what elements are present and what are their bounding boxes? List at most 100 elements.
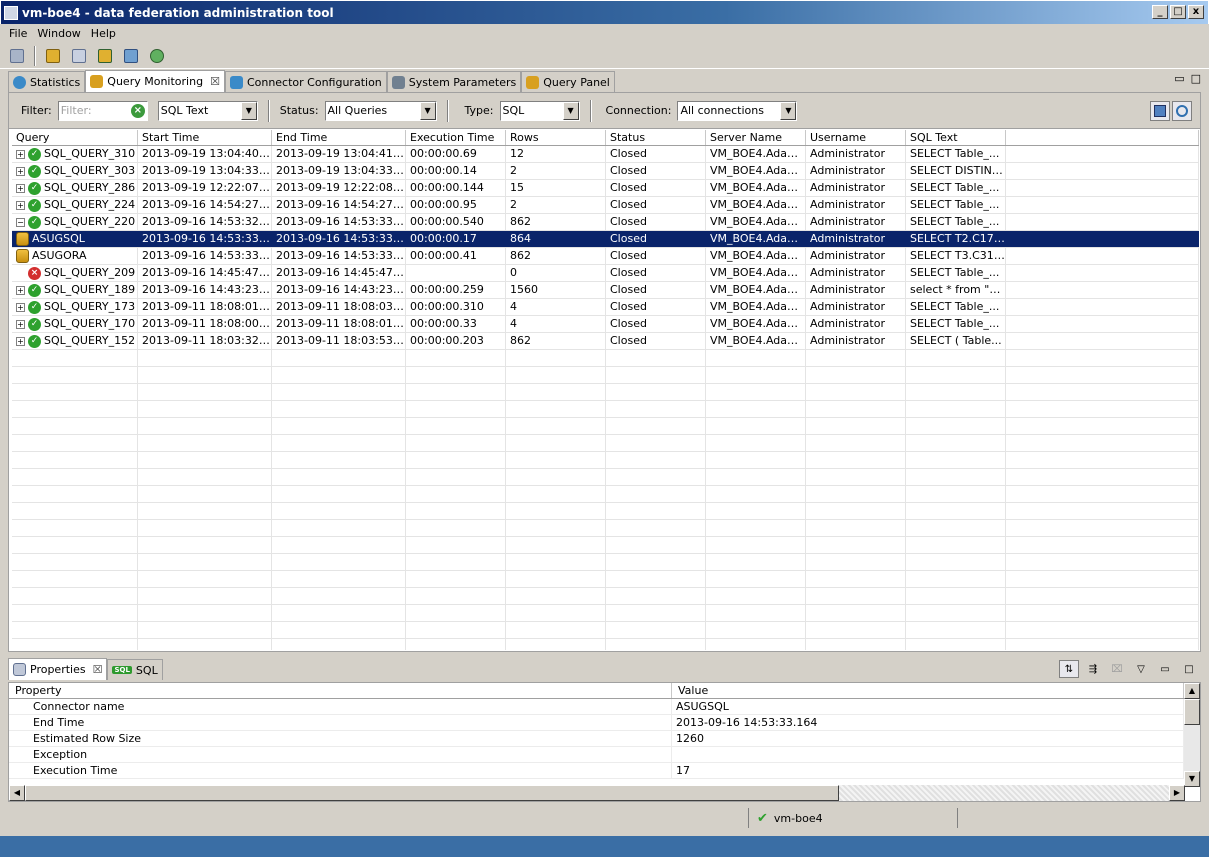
empty-row [12, 537, 1199, 554]
minimize-view-icon[interactable]: ▭ [1155, 660, 1175, 678]
column-header-query[interactable]: Query [12, 130, 138, 145]
table-row[interactable]: ASUGORA 2013-09-16 14:53:33.164 2013-09-16… [12, 248, 1199, 265]
table-row[interactable]: + ✓ SQL_QUERY_173 2013-09-11 18:08:01.222 20… [12, 299, 1199, 316]
query-cell[interactable]: ASUGORA [12, 248, 138, 264]
column-header-rows[interactable]: Rows [506, 130, 606, 145]
connector-toolbar-button[interactable] [94, 45, 116, 67]
query-cell[interactable]: + ✓ SQL_QUERY_152 [12, 333, 138, 349]
menu-help[interactable]: Help [86, 27, 121, 40]
expand-icon[interactable]: + [16, 285, 25, 295]
menu-file[interactable]: File [4, 27, 32, 40]
table-row[interactable]: + ✓ SQL_QUERY_310 2013-09-19 13:04:40.353 20… [12, 146, 1199, 163]
query-cell[interactable]: − ✓ SQL_QUERY_220 [12, 214, 138, 230]
scroll-up-icon[interactable]: ▲ [1184, 683, 1200, 699]
expand-icon[interactable]: + [16, 302, 25, 312]
filter-field-select[interactable]: SQL Text ▼ [157, 100, 258, 121]
scroll-left-icon[interactable]: ◀ [9, 785, 25, 801]
expand-icon[interactable]: + [16, 336, 25, 346]
property-row[interactable]: Exception [9, 747, 1200, 763]
clear-filter-icon[interactable]: × [130, 103, 145, 118]
close-button[interactable]: x [1188, 5, 1204, 19]
table-row[interactable]: + ✓ SQL_QUERY_303 2013-09-19 13:04:33.222 20… [12, 163, 1199, 180]
query-cell[interactable]: + ✓ SQL_QUERY_286 [12, 180, 138, 196]
column-header-username[interactable]: Username [806, 130, 906, 145]
property-row[interactable]: Execution Time 17 [9, 763, 1200, 779]
column-header-execution-time[interactable]: Execution Time [406, 130, 506, 145]
table-row[interactable]: + ✓ SQL_QUERY_224 2013-09-16 14:54:27.499 20… [12, 197, 1199, 214]
column-header-property[interactable]: Property [9, 683, 672, 698]
config-toolbar-button[interactable] [120, 45, 142, 67]
column-header-sql-text[interactable]: SQL Text [906, 130, 1006, 145]
table-row[interactable]: + ✓ SQL_QUERY_152 2013-09-11 18:03:32.645 20… [12, 333, 1199, 350]
statistics-toolbar-button[interactable] [146, 45, 168, 67]
expand-icon[interactable]: + [16, 200, 25, 210]
maximize-button[interactable]: □ [1170, 5, 1186, 19]
table-row[interactable]: − ✓ SQL_QUERY_220 2013-09-16 14:53:32.094 20… [12, 214, 1199, 231]
scroll-thumb[interactable] [1184, 699, 1200, 725]
query-cell[interactable]: + ✓ SQL_QUERY_310 [12, 146, 138, 162]
tab-query-panel[interactable]: Query Panel [521, 71, 615, 92]
horizontal-scrollbar[interactable]: ◀ ▶ [9, 785, 1185, 801]
property-row[interactable]: Connector name ASUGSQL [9, 699, 1200, 715]
close-tab-icon[interactable]: ☒ [210, 75, 220, 88]
table-row[interactable]: × SQL_QUERY_209 2013-09-16 14:45:47.211 201… [12, 265, 1199, 282]
property-row[interactable]: Estimated Row Size 1260 [9, 731, 1200, 747]
expand-icon[interactable]: + [16, 183, 25, 193]
table-row[interactable]: + ✓ SQL_QUERY_189 2013-09-16 14:43:23.649 20… [12, 282, 1199, 299]
query-cell[interactable]: + ✓ SQL_QUERY_303 [12, 163, 138, 179]
scroll-right-icon[interactable]: ▶ [1169, 785, 1185, 801]
tab-sql[interactable]: SQL SQL [107, 659, 163, 680]
table-row[interactable]: + ✓ SQL_QUERY_286 2013-09-19 12:22:07.334 20… [12, 180, 1199, 197]
server-icon-button[interactable] [6, 45, 28, 67]
minimize-view-icon[interactable]: ▭ [1174, 72, 1184, 85]
query-cell[interactable]: ASUGSQL [12, 231, 138, 247]
scroll-down-icon[interactable]: ▼ [1184, 771, 1200, 787]
chevron-down-icon[interactable]: ▼ [240, 101, 257, 120]
expand-icon[interactable]: + [16, 149, 25, 159]
query-cell[interactable]: + ✓ SQL_QUERY_189 [12, 282, 138, 298]
save-button[interactable] [1150, 101, 1170, 121]
menu-window[interactable]: Window [32, 27, 85, 40]
table-row[interactable]: ASUGSQL 2013-09-16 14:53:33.118 2013-09-16… [12, 231, 1199, 248]
column-header-start-time[interactable]: Start Time [138, 130, 272, 145]
connection-select[interactable]: All connections ▼ [677, 100, 798, 121]
vertical-scrollbar[interactable]: ▲ ▼ [1184, 683, 1200, 787]
query-cell[interactable]: + ✓ SQL_QUERY_224 [12, 197, 138, 213]
tab-statistics[interactable]: Statistics [8, 71, 86, 92]
column-header-value[interactable]: Value [672, 683, 1184, 698]
type-select[interactable]: SQL ▼ [499, 100, 580, 121]
expand-icon[interactable]: + [16, 319, 25, 329]
view-menu-icon[interactable]: ▽ [1131, 660, 1151, 678]
maximize-view-icon[interactable]: □ [1191, 72, 1201, 85]
status-select[interactable]: All Queries ▼ [324, 100, 437, 121]
minimize-button[interactable]: _ [1152, 5, 1168, 19]
chevron-down-icon[interactable]: ▼ [419, 101, 436, 120]
query-cell[interactable]: + ✓ SQL_QUERY_173 [12, 299, 138, 315]
maximize-view-icon[interactable]: □ [1179, 660, 1199, 678]
tab-connector-configuration[interactable]: Connector Configuration [224, 71, 387, 92]
show-advanced-icon[interactable]: ⇶ [1083, 660, 1103, 678]
tab-system-parameters[interactable]: System Parameters [386, 71, 522, 92]
query-monitoring-toolbar-button[interactable] [42, 45, 64, 67]
system-parameters-toolbar-button[interactable] [68, 45, 90, 67]
chevron-down-icon[interactable]: ▼ [780, 101, 797, 120]
collapse-icon[interactable]: − [16, 217, 25, 227]
expand-icon[interactable]: + [16, 166, 25, 176]
tab-query-monitoring[interactable]: Query Monitoring ☒ [85, 70, 225, 92]
query-cell[interactable]: × SQL_QUERY_209 [12, 265, 138, 281]
column-header-end-time[interactable]: End Time [272, 130, 406, 145]
filter-input[interactable]: Filter: × [57, 100, 148, 121]
restore-default-icon[interactable]: ⌧ [1107, 660, 1127, 678]
chevron-down-icon[interactable]: ▼ [562, 101, 579, 120]
scroll-thumb[interactable] [25, 785, 839, 801]
table-row[interactable]: + ✓ SQL_QUERY_170 2013-09-11 18:08:00.828 20… [12, 316, 1199, 333]
rows-cell: 862 [506, 333, 606, 349]
tab-properties[interactable]: Properties ☒ [8, 658, 108, 680]
column-header-server-name[interactable]: Server Name [706, 130, 806, 145]
property-row[interactable]: End Time 2013-09-16 14:53:33.164 [9, 715, 1200, 731]
query-cell[interactable]: + ✓ SQL_QUERY_170 [12, 316, 138, 332]
refresh-button[interactable] [1172, 101, 1192, 121]
close-tab-icon[interactable]: ☒ [93, 663, 103, 676]
column-header-status[interactable]: Status [606, 130, 706, 145]
show-categories-icon[interactable]: ⇅ [1059, 660, 1079, 678]
